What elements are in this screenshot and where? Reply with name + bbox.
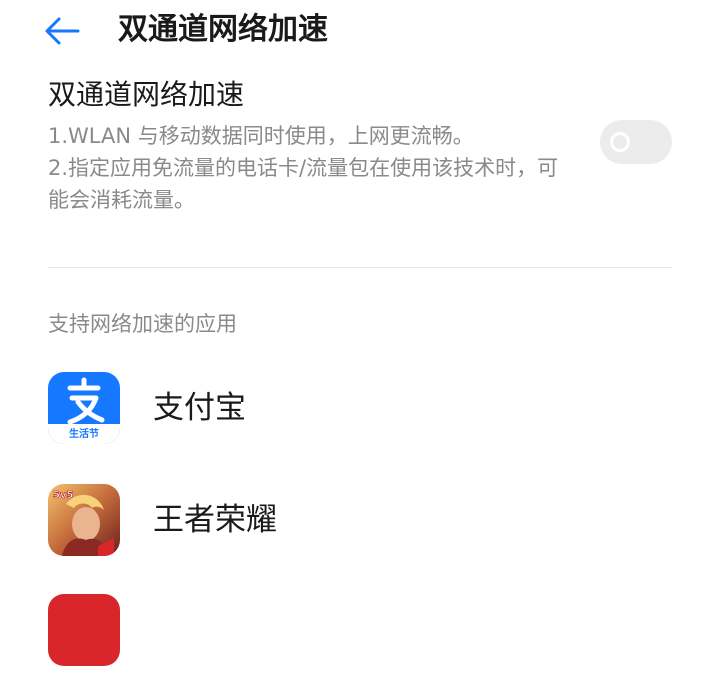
- honor-of-kings-icon: 5v5: [48, 484, 120, 556]
- back-button[interactable]: [40, 10, 84, 50]
- app-icon: [48, 594, 120, 666]
- app-name: 支付宝: [153, 390, 246, 426]
- alipay-glyph: [67, 377, 105, 425]
- alipay-badge: 生活节: [69, 429, 99, 440]
- divider: [48, 267, 672, 268]
- list-item-partial[interactable]: [0, 584, 720, 684]
- feature-desc-line-2: 2.指定应用免流量的电话卡/流量包在使用该技术时，可能会消耗流量。: [48, 156, 559, 212]
- page-title: 双通道网络加速: [118, 12, 328, 47]
- honor-of-kings-badge: 5v5: [53, 490, 73, 501]
- feature-description: 1.WLAN 与移动数据同时使用，上网更流畅。 2.指定应用免流量的电话卡/流量…: [48, 120, 568, 216]
- list-item-alipay[interactable]: 生活节 支付宝: [0, 360, 720, 460]
- alipay-icon: 生活节: [48, 372, 120, 444]
- apps-section-header: 支持网络加速的应用: [48, 312, 237, 336]
- arrow-left-icon: [45, 17, 80, 45]
- acceleration-toggle[interactable]: [600, 120, 672, 164]
- list-item-honor-of-kings[interactable]: 5v5 王者荣耀: [0, 472, 720, 572]
- app-bar: 双通道网络加速: [0, 0, 720, 62]
- toggle-knob: [610, 132, 630, 152]
- app-name: 王者荣耀: [153, 502, 277, 538]
- feature-desc-line-1: 1.WLAN 与移动数据同时使用，上网更流畅。: [48, 124, 474, 148]
- feature-title: 双通道网络加速: [48, 78, 245, 111]
